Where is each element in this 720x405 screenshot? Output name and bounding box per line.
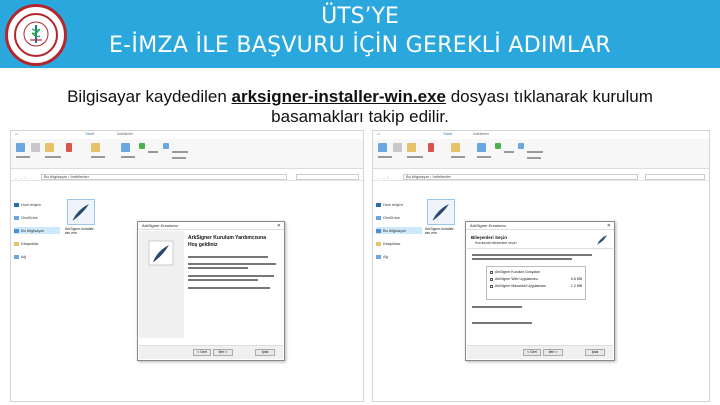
- search-input[interactable]: [644, 174, 705, 180]
- address-path[interactable]: Bu bilgisayar › İndirilenler: [41, 174, 288, 180]
- open-icon[interactable]: [139, 143, 145, 149]
- address-path[interactable]: Bu bilgisayar › İndirilenler: [403, 174, 639, 180]
- nav-arrows[interactable]: ← → ↑: [376, 175, 388, 180]
- search-input[interactable]: [295, 174, 359, 180]
- component-item[interactable]: ArkSigner Web Uygulaması: [490, 277, 538, 282]
- nav-this-pc[interactable]: Bu bilgisayar: [376, 227, 422, 234]
- installer-file-label: ArkSigner-installer-win.exe: [425, 227, 455, 235]
- wizard-heading: ArkSigner Kurulum Yardımcısına: [188, 235, 266, 241]
- screenshot-components-step: ▭ Yönet İndirilenler ← → ↑ Bu bilgisayar…: [372, 130, 710, 402]
- nav-libraries[interactable]: Kitaplıklar: [376, 240, 401, 247]
- nav-onedrive[interactable]: OneDrive: [14, 214, 38, 221]
- cut-icon[interactable]: [66, 143, 72, 152]
- arksigner-feather-icon: [597, 235, 607, 245]
- wizard-heading-2: Hoş geldiniz: [188, 242, 218, 248]
- close-icon[interactable]: ✕: [607, 222, 611, 230]
- paste-icon[interactable]: [407, 143, 416, 152]
- installer-components-dialog: ArkSigner Kurulumu ✕ Bileşenleri Seçin Ku…: [465, 221, 615, 361]
- components-list: ArkSigner Kurulum Dosyaları ArkSigner We…: [486, 266, 586, 300]
- installer-file-item[interactable]: ArkSigner-installer-win.exe: [425, 199, 455, 239]
- pin-icon[interactable]: [16, 143, 25, 152]
- components-header: Bileşenleri Seçin Kurulacak bileşenleri …: [467, 231, 613, 249]
- ribbon-tab-manage[interactable]: Yönet: [443, 132, 452, 136]
- cancel-button[interactable]: İptal: [585, 349, 605, 356]
- installer-file-name: arksigner-installer-win.exe: [231, 87, 446, 106]
- nav-network[interactable]: Ağ: [376, 253, 388, 260]
- select-all-icon[interactable]: [518, 143, 524, 149]
- dialog-titlebar: ArkSigner Kurulumu ✕: [466, 222, 614, 230]
- pin-icon[interactable]: [378, 143, 387, 152]
- installer-file-label: ArkSigner-installer-win.exe: [65, 227, 95, 235]
- arksigner-feather-icon: [148, 240, 174, 266]
- component-item[interactable]: ArkSigner Kurulum Dosyaları: [490, 270, 540, 275]
- nav-onedrive[interactable]: OneDrive: [376, 214, 400, 221]
- close-icon[interactable]: ✕: [277, 222, 281, 230]
- wizard-content: ArkSigner Kurulum Yardımcısına Hoş geldi…: [185, 231, 283, 338]
- components-subheading: Kurulacak bileşenleri seçin.: [475, 241, 518, 245]
- cut-icon[interactable]: [428, 143, 434, 152]
- installer-welcome-dialog: ArkSigner Kurulumu ✕ ArkSigner Kurulum Ya…: [137, 221, 285, 361]
- copy-icon[interactable]: [31, 143, 40, 152]
- next-button[interactable]: İleri >: [543, 349, 563, 356]
- instruction-before: Bilgisayar kaydedilen: [67, 87, 232, 106]
- dialog-titlebar: ArkSigner Kurulumu ✕: [138, 222, 284, 230]
- properties-icon[interactable]: [121, 143, 130, 152]
- new-folder-icon[interactable]: [451, 143, 460, 152]
- component-size: 1.2 MB: [570, 284, 582, 288]
- back-button[interactable]: < Geri: [523, 349, 541, 356]
- nav-this-pc[interactable]: Bu bilgisayar: [14, 227, 60, 234]
- slide-title-line1: ÜTS’YE: [321, 4, 399, 29]
- installer-file-item[interactable]: ArkSigner-installer-win.exe: [65, 199, 95, 239]
- next-button[interactable]: İleri >: [213, 349, 233, 356]
- navigation-pane: Hızlı erişim OneDrive Bu bilgisayar Kita…: [11, 183, 61, 401]
- slide: ÜTS’YE E-İMZA İLE BAŞVURU İÇİN GEREKLİ A…: [0, 0, 720, 405]
- nav-arrows[interactable]: ← → ↑: [14, 175, 26, 180]
- component-size: 5.8 MB: [570, 277, 582, 281]
- ribbon: [373, 139, 709, 169]
- ribbon-tabs: ▭ Yönet İndirilenler: [373, 131, 709, 139]
- components-heading: Bileşenleri Seçin: [471, 235, 508, 240]
- ribbon-tab-manage[interactable]: Yönet: [85, 132, 94, 136]
- properties-icon[interactable]: [477, 143, 486, 152]
- navigation-pane: Hızlı erişim OneDrive Bu bilgisayar Kita…: [373, 183, 423, 401]
- component-item[interactable]: ArkSigner Masaüstü Uygulaması: [490, 284, 546, 289]
- open-icon[interactable]: [495, 143, 501, 149]
- instruction-line2: basamakları takip edilir.: [271, 107, 449, 126]
- window-title: İndirilenler: [473, 132, 490, 136]
- arksigner-feather-icon: [432, 204, 449, 221]
- nav-libraries[interactable]: Kitaplıklar: [14, 240, 39, 247]
- arksigner-feather-icon: [72, 204, 89, 221]
- select-all-icon[interactable]: [163, 143, 169, 149]
- back-button[interactable]: < Geri: [193, 349, 211, 356]
- cancel-button[interactable]: İptal: [255, 349, 275, 356]
- ribbon: [11, 139, 363, 169]
- window-title: İndirilenler: [117, 132, 134, 136]
- new-folder-icon[interactable]: [91, 143, 100, 152]
- nav-quick-access[interactable]: Hızlı erişim: [376, 201, 403, 208]
- wizard-footer: İleri > < Geri İptal: [467, 345, 613, 359]
- instruction-text: Bilgisayar kaydedilen arksigner-installe…: [20, 87, 700, 127]
- screenshot-welcome-step: ▭ Yönet İndirilenler ← → ↑ Bu bilgisayar…: [10, 130, 364, 402]
- wizard-side-banner: [139, 231, 184, 338]
- nav-quick-access[interactable]: Hızlı erişim: [14, 201, 41, 208]
- address-bar: ← → ↑ Bu bilgisayar › İndirilenler: [373, 173, 709, 181]
- copy-icon[interactable]: [393, 143, 402, 152]
- address-bar: ← → ↑ Bu bilgisayar › İndirilenler: [11, 173, 363, 181]
- slide-title-line2: E-İMZA İLE BAŞVURU İÇİN GEREKLİ ADIMLAR: [108, 33, 612, 58]
- ribbon-tabs: ▭ Yönet İndirilenler: [11, 131, 363, 139]
- nav-network[interactable]: Ağ: [14, 253, 26, 260]
- wizard-footer: İleri > < Geri İptal: [139, 345, 283, 359]
- header-band: ÜTS’YE E-İMZA İLE BAŞVURU İÇİN GEREKLİ A…: [0, 0, 720, 68]
- paste-icon[interactable]: [45, 143, 54, 152]
- instruction-after: dosyası tıklanarak kurulum: [445, 87, 653, 106]
